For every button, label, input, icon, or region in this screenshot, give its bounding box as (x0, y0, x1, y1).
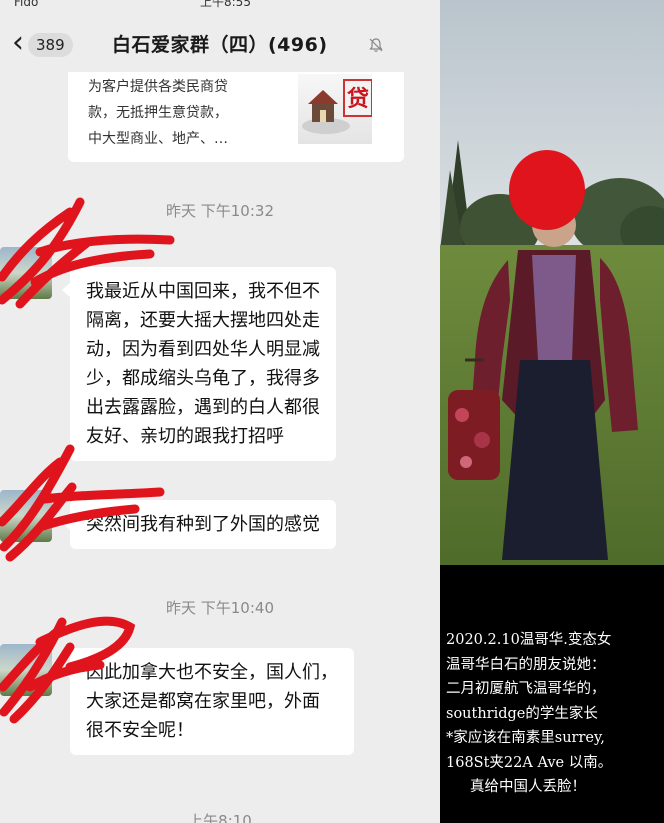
message-line: 出去露露脸，遇到的白人都很 (86, 397, 320, 418)
mute-bell-icon (369, 38, 383, 52)
photo-caption: 2020.2.10温哥华.变态女 温哥华白石的朋友说她： 二月初厦航飞温哥华的，… (440, 628, 664, 800)
message-list[interactable]: 为客户提供各类民商贷 款，无抵押生意贷款， 中大型商业、地产、… 贷 昨天 下午… (0, 72, 440, 823)
caption-line: 温哥华白石的朋友说她： (446, 656, 606, 673)
message-line: 少，都成缩头乌龟了，我得多 (86, 368, 320, 389)
carrier-label: Fido (14, 0, 39, 9)
message-timestamp: 上午8:10 (188, 812, 252, 823)
ad-card-text: 为客户提供各类民商贷 款，无抵押生意贷款， 中大型商业、地产、… (88, 74, 298, 152)
red-redaction-scribble (0, 197, 175, 309)
caption-line: 真给中国人丢脸！ (470, 779, 586, 795)
caption-line: *家应该在南素里surrey, (446, 730, 605, 746)
red-redaction-scribble (0, 444, 165, 562)
ad-line: 为客户提供各类民商贷 (88, 79, 228, 95)
ad-line: 中大型商业、地产、… (88, 131, 228, 147)
chat-header: ‹ 389 白石爱家群（四）(496) (0, 14, 440, 72)
ad-line: 款，无抵押生意贷款， (88, 105, 228, 121)
message-line: 动，因为看到四处华人明显减 (86, 339, 320, 360)
loan-ad-card[interactable]: 为客户提供各类民商贷 款，无抵押生意贷款， 中大型商业、地产、… 贷 (68, 72, 404, 162)
caption-line: southridge的学生家长 (446, 705, 598, 722)
red-redaction-scribble (0, 616, 136, 724)
caption-line: 2020.2.10温哥华.变态女 (446, 632, 612, 648)
clock: 上午8:55 (200, 0, 251, 9)
ad-thumbnail-image: 贷 (298, 74, 373, 144)
person-photo: 2020.2.10温哥华.变态女 温哥华白石的朋友说她： 二月初厦航飞温哥华的，… (440, 0, 664, 823)
face-redaction (509, 150, 585, 230)
wifi-icon (58, 0, 72, 8)
back-chevron-icon[interactable]: ‹ (6, 28, 30, 59)
unread-count-badge[interactable]: 389 (28, 33, 73, 57)
caption-line: 二月初厦航飞温哥华的， (446, 681, 606, 697)
caption-line: 168St夹22A Ave 以南。 (446, 754, 613, 771)
status-bar: Fido 上午8:55 (0, 0, 440, 14)
group-chat-title[interactable]: 白石爱家群（四）(496) (112, 30, 328, 57)
ad-thumb-label: 贷 (347, 86, 369, 112)
chat-screenshot: Fido 上午8:55 ‹ 389 白石爱家群（四）(496) 为客户提供各类民… (0, 0, 440, 823)
